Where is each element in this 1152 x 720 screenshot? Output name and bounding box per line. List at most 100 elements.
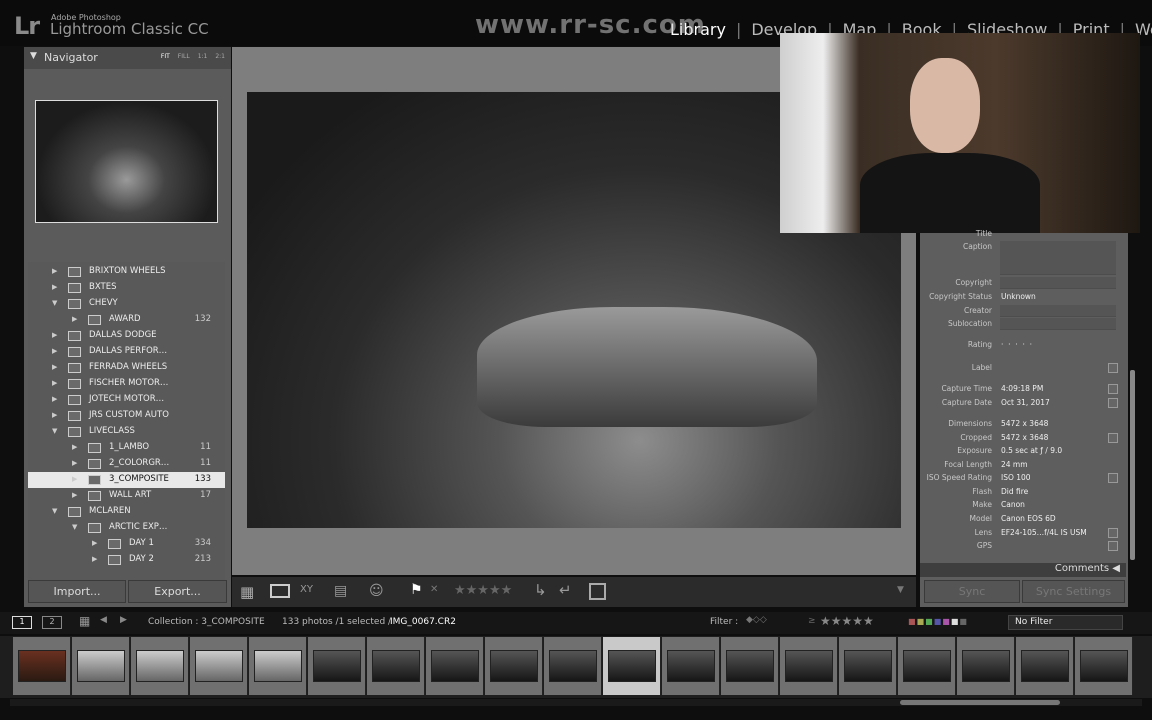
folder-item[interactable]: ▶ 2_COLORGR… 11 xyxy=(28,456,225,472)
import-button[interactable]: Import... xyxy=(28,580,126,603)
collapsed-triangle-icon[interactable]: ▶ xyxy=(52,395,57,403)
folder-item[interactable]: ▶ DALLAS PERFOR… xyxy=(28,344,225,360)
expanded-triangle-icon[interactable]: ▼ xyxy=(52,299,57,307)
collapsed-triangle-icon[interactable]: ▶ xyxy=(52,331,57,339)
forward-arrow-icon[interactable]: ▶ xyxy=(120,615,127,625)
folder-item[interactable]: ▶ FERRADA WHEELS xyxy=(28,360,225,376)
metadata-action-icon[interactable] xyxy=(1108,433,1118,443)
screen-2-button[interactable]: 2 xyxy=(42,616,62,629)
folder-item[interactable]: ▶ 1_LAMBO 11 xyxy=(28,440,225,456)
zoom-fit[interactable]: FIT xyxy=(161,53,170,60)
expanded-triangle-icon[interactable]: ▼ xyxy=(72,523,77,531)
copyright-status-select[interactable]: Unknown xyxy=(1001,292,1036,301)
filmstrip-thumbnail[interactable] xyxy=(1016,637,1074,695)
filmstrip-thumbnail[interactable] xyxy=(190,637,248,695)
rating-operator[interactable]: ≥ xyxy=(808,616,816,626)
filmstrip-thumbnail[interactable] xyxy=(131,637,189,695)
filmstrip-thumbnail[interactable] xyxy=(13,637,71,695)
filmstrip-thumbnail[interactable] xyxy=(544,637,602,695)
folder-item[interactable]: ▶ WALL ART 17 xyxy=(28,488,225,504)
flag-icon[interactable]: ⚑ xyxy=(410,582,423,598)
export-button[interactable]: Export... xyxy=(128,580,227,603)
filmstrip-thumbnail[interactable] xyxy=(1075,637,1133,695)
folder-item[interactable]: ▶ JRS CUSTOM AUTO xyxy=(28,408,225,424)
folder-item[interactable]: ▶ BRIXTON WHEELS xyxy=(28,264,225,280)
survey-view-icon[interactable]: ▤ xyxy=(334,583,347,599)
navigator-preview[interactable] xyxy=(35,100,218,223)
folder-item[interactable]: ▶ DAY 1 334 xyxy=(28,536,225,552)
folder-item[interactable]: ▼ MCLAREN xyxy=(28,504,225,520)
folder-item[interactable]: ▶ JOTECH MOTOR… xyxy=(28,392,225,408)
grid-view-icon[interactable]: ▦ xyxy=(240,583,254,601)
sublocation-field[interactable] xyxy=(1000,318,1116,330)
filmstrip-thumbnail[interactable] xyxy=(308,637,366,695)
folder-item[interactable]: ▼ CHEVY xyxy=(28,296,225,312)
right-panel-scrollbar[interactable] xyxy=(1130,370,1135,560)
comments-header[interactable]: Comments ◀ xyxy=(920,563,1126,577)
collapsed-triangle-icon[interactable]: ▶ xyxy=(72,443,77,451)
filmstrip-thumbnail[interactable] xyxy=(603,637,661,695)
collapsed-triangle-icon[interactable]: ▶ xyxy=(72,459,77,467)
metadata-action-icon[interactable] xyxy=(1108,541,1118,551)
rating-stars[interactable]: ★★★★★ xyxy=(454,583,512,598)
collapsed-triangle-icon[interactable]: ▶ xyxy=(52,283,57,291)
collapsed-triangle-icon[interactable]: ▶ xyxy=(52,363,57,371)
flag-filter-icons[interactable]: ◆◇◇ xyxy=(746,615,767,625)
collapsed-triangle-icon[interactable]: ▶ xyxy=(52,267,57,275)
rotate-right-icon[interactable]: ↵ xyxy=(559,581,572,599)
filmstrip-thumbnail[interactable] xyxy=(426,637,484,695)
reject-icon[interactable]: ✕ xyxy=(430,584,438,595)
folder-item[interactable]: ▶ BXTES xyxy=(28,280,225,296)
filmstrip-thumbnail[interactable] xyxy=(485,637,543,695)
metadata-action-icon[interactable] xyxy=(1108,384,1118,394)
collection-source[interactable]: Collection : 3_COMPOSITE xyxy=(148,617,265,627)
collapsed-triangle-icon[interactable]: ▶ xyxy=(92,555,97,563)
loupe-view-icon[interactable] xyxy=(270,584,290,598)
filmstrip-thumbnail[interactable] xyxy=(662,637,720,695)
collapse-triangle-icon[interactable]: ▼ xyxy=(30,51,37,61)
screen-1-button[interactable]: 1 xyxy=(12,616,32,629)
filmstrip-thumbnail[interactable] xyxy=(249,637,307,695)
rotate-left-icon[interactable]: ↳ xyxy=(534,581,547,599)
collapsed-triangle-icon[interactable]: ▶ xyxy=(52,347,57,355)
collapsed-triangle-icon[interactable]: ▶ xyxy=(72,315,77,323)
folder-item[interactable]: ▶ FISCHER MOTOR… xyxy=(28,376,225,392)
filter-preset-select[interactable]: No Filter xyxy=(1008,615,1123,630)
filename[interactable]: IMG_0067.CR2 xyxy=(390,617,456,627)
sync-settings-button[interactable]: Sync Settings xyxy=(1022,580,1125,603)
folder-item[interactable]: ▶ AWARD 132 xyxy=(28,312,225,328)
filmstrip-thumbnail[interactable] xyxy=(957,637,1015,695)
filmstrip-thumbnail[interactable] xyxy=(721,637,779,695)
zoom-1-1[interactable]: 1:1 xyxy=(198,53,208,60)
people-view-icon[interactable]: ☺ xyxy=(369,583,384,599)
collapsed-triangle-icon[interactable]: ▶ xyxy=(52,379,57,387)
filmstrip-thumbnail[interactable] xyxy=(367,637,425,695)
folder-item[interactable]: ▶ DALLAS DODGE xyxy=(28,328,225,344)
collapsed-triangle-icon[interactable]: ▶ xyxy=(72,491,77,499)
filmstrip-thumbnail[interactable] xyxy=(898,637,956,695)
filmstrip-thumbnail[interactable] xyxy=(72,637,130,695)
collapsed-triangle-icon[interactable]: ▶ xyxy=(52,411,57,419)
zoom-fill[interactable]: FILL xyxy=(178,53,190,60)
sync-button[interactable]: Sync xyxy=(924,580,1020,603)
expanded-triangle-icon[interactable]: ▼ xyxy=(52,427,57,435)
creator-field[interactable] xyxy=(1000,305,1116,317)
folder-item[interactable]: ▶ DAY 2 213 xyxy=(28,552,225,568)
crop-overlay-icon[interactable] xyxy=(589,583,606,600)
metadata-action-icon[interactable] xyxy=(1108,473,1118,483)
filmstrip-thumbnail[interactable] xyxy=(839,637,897,695)
navigator-header[interactable]: ▼ Navigator FIT FILL 1:1 2:1 xyxy=(24,47,231,69)
zoom-2-1[interactable]: 2:1 xyxy=(215,53,225,60)
collapsed-triangle-icon[interactable]: ▶ xyxy=(72,475,77,483)
collapsed-triangle-icon[interactable]: ▶ xyxy=(92,539,97,547)
caption-field[interactable] xyxy=(1000,241,1116,275)
compare-view-icon[interactable]: XY xyxy=(300,584,313,595)
metadata-action-icon[interactable] xyxy=(1108,528,1118,538)
color-label-filter[interactable]: ■■■■■■■ xyxy=(908,617,968,626)
metadata-action-icon[interactable] xyxy=(1108,398,1118,408)
toolbar-menu-icon[interactable]: ▼ xyxy=(897,585,904,595)
folder-item[interactable]: ▼ LIVECLASS xyxy=(28,424,225,440)
folder-item[interactable]: ▶ 3_COMPOSITE 133 xyxy=(28,472,225,488)
rating-dots[interactable]: · · · · · xyxy=(1001,340,1032,349)
expanded-triangle-icon[interactable]: ▼ xyxy=(52,507,57,515)
